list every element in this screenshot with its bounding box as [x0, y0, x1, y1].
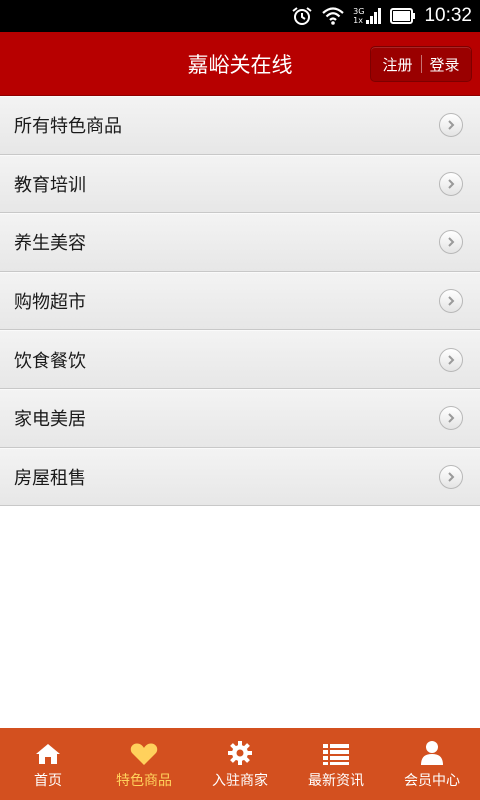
- chevron-right-icon: [439, 464, 463, 489]
- list-item[interactable]: 养生美容: [0, 213, 480, 272]
- list-item-label: 饮食餐饮: [14, 350, 86, 372]
- list-icon: [322, 738, 350, 766]
- tab-merchants[interactable]: 入驻商家: [192, 728, 288, 800]
- tab-featured-products[interactable]: 特色商品: [96, 728, 192, 800]
- app-header: 嘉峪关在线 注册 登录: [0, 32, 480, 96]
- tab-label: 特色商品: [116, 773, 172, 789]
- auth-divider: [420, 55, 422, 73]
- list-item-label: 房屋租售: [14, 467, 86, 489]
- list-item[interactable]: 教育培训: [0, 154, 480, 214]
- wifi-icon: [322, 7, 344, 25]
- list-item-label: 家电美居: [14, 409, 86, 431]
- list-item[interactable]: 所有特色商品: [0, 96, 480, 155]
- clock-time: 10:32: [424, 5, 472, 26]
- tab-member-center[interactable]: 会员中心: [384, 728, 480, 800]
- chevron-right-icon: [439, 230, 463, 255]
- tab-home[interactable]: 首页: [0, 728, 96, 800]
- auth-buttons: 注册 登录: [370, 46, 472, 82]
- tab-label: 首页: [34, 773, 62, 789]
- home-icon: [35, 738, 61, 766]
- list-item-label: 所有特色商品: [14, 116, 122, 138]
- login-button[interactable]: 登录: [430, 54, 460, 75]
- chevron-right-icon: [439, 406, 463, 431]
- chevron-right-icon: [439, 113, 463, 138]
- status-bar: 3G 1x 10:32: [0, 0, 480, 32]
- list-item-label: 购物超市: [14, 292, 86, 314]
- network-type-label: 3G: [353, 7, 365, 16]
- alarm-icon: [292, 7, 312, 25]
- category-list: 所有特色商品 教育培训 养生美容 购物超市 饮食餐饮 家电美居 房屋租售: [0, 96, 480, 507]
- chevron-right-icon: [439, 347, 463, 372]
- list-item[interactable]: 购物超市: [0, 271, 480, 331]
- heart-icon: [130, 738, 158, 766]
- list-item-label: 养生美容: [14, 233, 86, 255]
- tab-label: 最新资讯: [308, 773, 364, 789]
- register-button[interactable]: 注册: [382, 54, 412, 75]
- battery-icon: [390, 8, 416, 24]
- user-icon: [420, 738, 444, 766]
- tab-label: 入驻商家: [212, 773, 268, 789]
- network-indicator: 3G 1x: [353, 7, 382, 25]
- list-item-label: 教育培训: [14, 174, 86, 196]
- gear-icon: [227, 738, 253, 766]
- chevron-right-icon: [439, 289, 463, 314]
- list-item[interactable]: 饮食餐饮: [0, 330, 480, 389]
- signal-icon: [366, 8, 382, 24]
- bottom-tab-bar: 首页 特色商品 入驻商家 最新资讯 会员中心: [0, 728, 480, 800]
- tab-label: 会员中心: [404, 773, 460, 789]
- tab-latest-news[interactable]: 最新资讯: [288, 728, 384, 800]
- chevron-right-icon: [439, 171, 463, 196]
- list-item[interactable]: 家电美居: [0, 388, 480, 448]
- list-item[interactable]: 房屋租售: [0, 447, 480, 507]
- network-sub-label: 1x: [353, 16, 363, 25]
